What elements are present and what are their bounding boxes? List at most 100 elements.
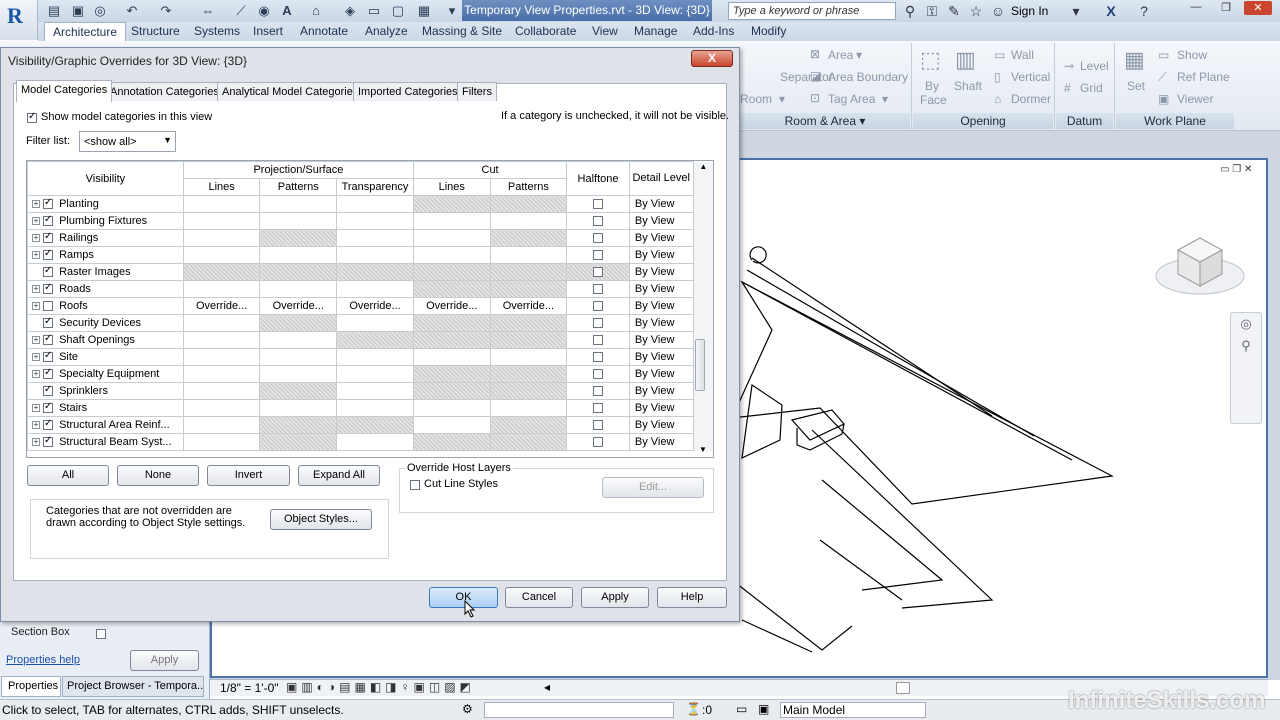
graphic-cell[interactable] — [259, 280, 338, 298]
scrollbar-track[interactable] — [693, 416, 713, 434]
search-input[interactable]: Type a keyword or phrase — [728, 2, 896, 20]
set-icon[interactable]: ▦ — [1124, 47, 1145, 73]
table-row[interactable]: + Stairs By View — [27, 399, 713, 417]
application-menu-button[interactable]: R — [0, 0, 38, 40]
graphic-cell[interactable] — [182, 212, 261, 230]
area-icon[interactable]: ⊠ — [810, 47, 820, 61]
tab-model-categories[interactable]: Model Categories — [16, 80, 113, 102]
favorites-icon[interactable]: ☆ — [968, 3, 984, 19]
detail-level-cell[interactable]: By View — [628, 433, 694, 451]
category-visibility-checkbox[interactable] — [43, 214, 53, 227]
expand-icon[interactable]: + — [32, 370, 40, 379]
category-visibility-checkbox[interactable] — [43, 435, 53, 448]
detail-level-cell[interactable]: By View — [628, 280, 694, 298]
graphic-cell[interactable] — [182, 399, 261, 417]
graphic-cell[interactable] — [336, 382, 414, 400]
wall-opening-icon[interactable]: ▭ — [994, 48, 1005, 62]
graphic-cell[interactable] — [259, 212, 338, 230]
tab-filters[interactable]: Filters — [457, 82, 497, 101]
text-icon[interactable]: A — [279, 3, 295, 19]
tab-modify[interactable]: Modify — [751, 24, 786, 38]
ribbon-vertical[interactable]: Vertical — [1011, 70, 1050, 84]
category-visibility-checkbox[interactable] — [43, 316, 53, 329]
halftone-checkbox[interactable] — [593, 199, 604, 210]
expand-icon[interactable]: + — [32, 234, 40, 243]
tab-structure[interactable]: Structure — [131, 24, 180, 38]
graphic-cell[interactable] — [259, 229, 338, 247]
graphic-cell[interactable] — [412, 382, 491, 400]
graphic-cell[interactable] — [412, 314, 491, 332]
table-row[interactable]: Security Devices By View — [27, 314, 713, 332]
graphic-cell[interactable] — [336, 246, 414, 264]
detail-level-cell[interactable]: By View — [628, 195, 694, 213]
design-options-icon[interactable]: ▭ — [736, 702, 747, 716]
section-icon[interactable]: ◈ — [342, 3, 358, 19]
graphic-cell[interactable] — [412, 331, 491, 349]
graphic-cell[interactable] — [336, 348, 414, 366]
scroll-left-icon[interactable]: ◂ — [544, 680, 550, 694]
scrollbar-track[interactable] — [693, 280, 713, 298]
expand-icon[interactable]: + — [32, 353, 40, 362]
graphic-cell[interactable] — [412, 416, 491, 434]
show-icon[interactable]: ▭ — [1158, 48, 1169, 62]
graphic-cell[interactable] — [489, 399, 568, 417]
table-row[interactable]: + Structural Beam Syst... By View — [27, 433, 713, 451]
category-visibility-checkbox[interactable] — [43, 333, 53, 346]
scrollbar-track[interactable] — [693, 263, 713, 281]
graphic-cell[interactable] — [412, 246, 491, 264]
detail-level-cell[interactable]: By View — [628, 382, 694, 400]
user-icon[interactable]: ☺ — [990, 3, 1006, 19]
graphic-cell[interactable] — [412, 280, 491, 298]
graphic-cell[interactable] — [489, 229, 568, 247]
graphic-cell[interactable] — [489, 433, 568, 451]
table-row[interactable]: + Shaft Openings By View — [27, 331, 713, 349]
ribbon-shaft[interactable]: Shaft — [954, 79, 982, 93]
graphic-cell[interactable] — [336, 212, 414, 230]
graphic-cell[interactable] — [259, 382, 338, 400]
scrollbar-track[interactable] — [693, 246, 713, 264]
undo-icon[interactable]: ↶ — [124, 3, 140, 19]
ribbon-dormer[interactable]: Dormer — [1011, 92, 1051, 106]
detail-level-cell[interactable]: By View — [628, 365, 694, 383]
tag-icon[interactable]: ◉ — [256, 3, 272, 19]
main-model-dropdown[interactable]: Main Model — [780, 702, 926, 718]
halftone-checkbox[interactable] — [593, 369, 604, 380]
minimize-icon[interactable]: — — [1182, 1, 1210, 15]
graphic-cell[interactable] — [259, 416, 338, 434]
graphic-cell[interactable] — [182, 433, 261, 451]
graphic-cell[interactable] — [336, 399, 414, 417]
category-visibility-checkbox[interactable] — [43, 367, 53, 380]
category-visibility-checkbox[interactable] — [43, 401, 53, 414]
customize-icon[interactable]: ▾ — [444, 3, 460, 19]
area-dropdown-icon[interactable]: ▾ — [856, 48, 862, 62]
graphic-cell[interactable] — [412, 433, 491, 451]
graphic-cell[interactable] — [259, 263, 338, 281]
view-scale[interactable]: 1/8" = 1'-0" — [220, 681, 279, 695]
ribbon-wall[interactable]: Wall — [1011, 48, 1034, 62]
binoculars-icon[interactable]: ⚲ — [902, 3, 918, 19]
graphic-cell[interactable] — [412, 195, 491, 213]
category-visibility-checkbox[interactable] — [43, 384, 53, 397]
tab-project-browser[interactable]: Project Browser - Tempora... — [62, 676, 204, 697]
override-cell[interactable]: Override... — [412, 297, 491, 315]
table-row[interactable]: + Roads By View — [27, 280, 713, 298]
graphic-cell[interactable] — [182, 229, 261, 247]
help-icon[interactable]: ? — [1136, 3, 1152, 19]
area-boundary-icon[interactable]: ◪ — [810, 69, 821, 83]
detail-level-cell[interactable]: By View — [628, 212, 694, 230]
level-icon[interactable]: ⊸ — [1064, 59, 1074, 73]
halftone-checkbox[interactable] — [593, 335, 604, 346]
horizontal-scrollbar[interactable] — [896, 682, 910, 694]
expand-icon[interactable]: + — [32, 336, 40, 345]
scroll-up-icon[interactable]: ▲ — [693, 161, 713, 196]
view-control-icons[interactable]: ▣▥◐◑▤▦◧◨♀▣◫▨◩ — [286, 680, 475, 694]
graphic-cell[interactable] — [489, 331, 568, 349]
graphic-cell[interactable] — [489, 280, 568, 298]
halftone-checkbox[interactable] — [593, 267, 604, 278]
room-dropdown-icon[interactable]: ▾ — [779, 92, 785, 106]
table-row[interactable]: + Ramps By View — [27, 246, 713, 264]
graphic-cell[interactable] — [182, 195, 261, 213]
graphic-cell[interactable] — [489, 212, 568, 230]
tab-architecture[interactable]: Architecture — [44, 22, 127, 41]
detail-level-cell[interactable]: By View — [628, 229, 694, 247]
